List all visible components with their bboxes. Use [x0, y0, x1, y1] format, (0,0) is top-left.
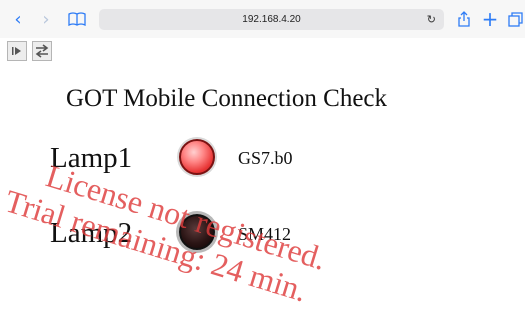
- license-watermark: License not registered. Trial remaining:…: [1, 148, 347, 316]
- tabs-icon[interactable]: [505, 8, 525, 30]
- url-text: 192.168.4.20: [242, 14, 301, 25]
- address-bar[interactable]: 192.168.4.20 ↻: [99, 9, 444, 30]
- lamp1-device: GS7.b0: [238, 148, 293, 168]
- new-tab-icon[interactable]: +: [480, 7, 500, 31]
- play-button[interactable]: [7, 41, 27, 61]
- back-icon[interactable]: ‹: [8, 8, 28, 30]
- forward-icon[interactable]: ›: [36, 8, 56, 30]
- bookmarks-icon[interactable]: [66, 8, 88, 30]
- reload-icon[interactable]: ↻: [427, 9, 436, 30]
- browser-toolbar: ‹ › 192.168.4.20 ↻ +: [0, 0, 525, 38]
- lamp1-indicator: [179, 139, 215, 175]
- switch-button[interactable]: [32, 41, 52, 61]
- share-icon[interactable]: [454, 8, 474, 30]
- page-title: GOT Mobile Connection Check: [66, 85, 388, 112]
